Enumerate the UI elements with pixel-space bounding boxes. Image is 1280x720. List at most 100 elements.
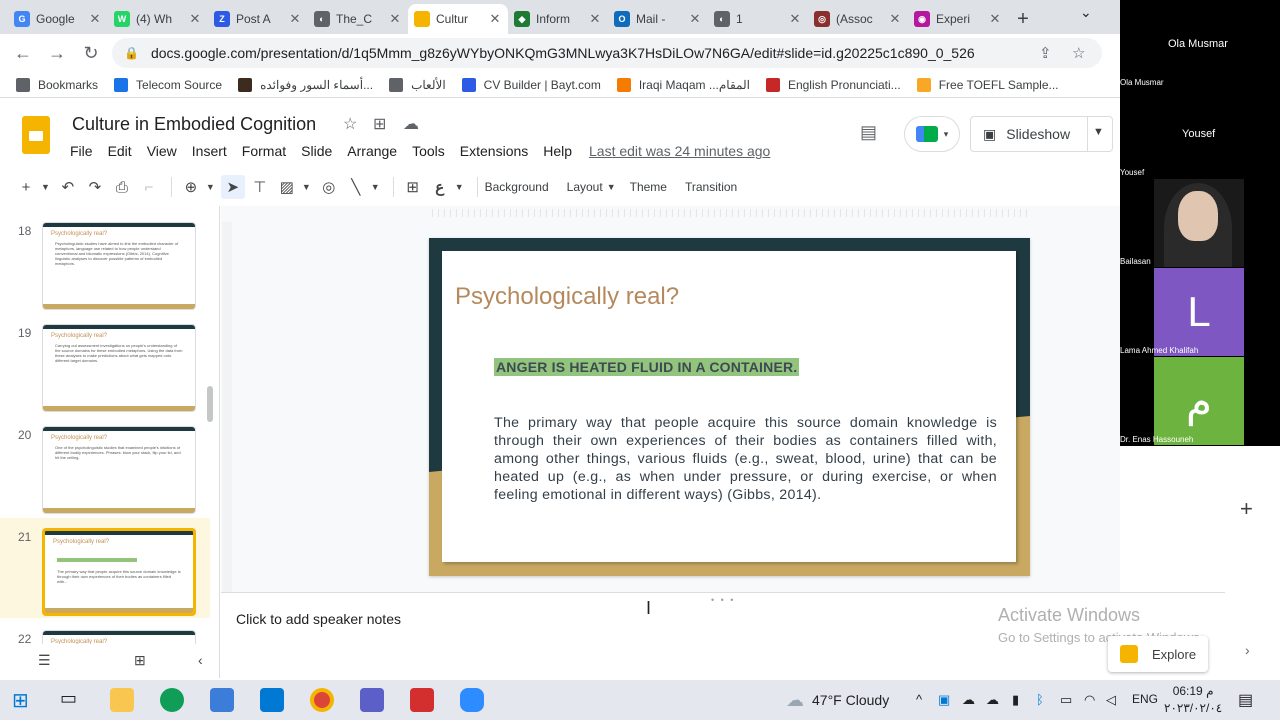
weather-text[interactable]: 47°F Cloudy — [812, 692, 889, 708]
new-slide-icon[interactable]: + — [14, 175, 38, 199]
menu-item[interactable]: Edit — [108, 143, 132, 159]
wifi-icon[interactable]: ◠ — [1084, 692, 1095, 708]
bookmark-item[interactable]: الألعاب — [389, 77, 446, 92]
reload-icon[interactable]: ↻ — [74, 43, 108, 64]
notes-divider[interactable]: • • • — [221, 592, 1225, 605]
forward-icon[interactable]: → — [40, 43, 74, 64]
mail-icon[interactable] — [260, 688, 284, 712]
bookmark-item[interactable]: CV Builder | Bayt.com — [461, 77, 601, 92]
browser-tab[interactable]: ◐ The_C ✕ — [308, 4, 408, 34]
taskbar-clock[interactable]: 06:19 م ٢٠٢٣/٠٢/٠٤ — [1164, 683, 1222, 717]
edge-icon[interactable] — [160, 688, 184, 712]
input-tools-dropdown-icon[interactable]: ▼ — [455, 182, 464, 192]
slide-thumbnail[interactable]: Psychologically real? The primary way tha… — [42, 528, 196, 616]
transition-button[interactable]: Transition — [685, 180, 737, 194]
menu-item[interactable]: Extensions — [460, 143, 528, 159]
bookmark-item[interactable]: أسماء السور وفوائده... — [238, 77, 373, 92]
cloud-status-icon[interactable]: ☁ — [403, 114, 419, 134]
tab-close-icon[interactable]: ✕ — [888, 11, 902, 27]
battery-icon[interactable]: ▭ — [1060, 692, 1072, 708]
tab-close-icon[interactable]: ✕ — [188, 11, 202, 27]
volume-icon[interactable]: ◁ — [1106, 692, 1116, 708]
share-icon[interactable]: ⇪ — [1039, 44, 1052, 62]
undo-icon[interactable]: ↶ — [56, 175, 80, 199]
layout-dropdown-icon[interactable]: ▼ — [607, 182, 616, 192]
tab-close-icon[interactable]: ✕ — [88, 11, 102, 27]
browser-tab[interactable]: ◐ 1 ✕ — [708, 4, 808, 34]
slide-body-text[interactable]: The primary way that people acquire this… — [494, 414, 997, 504]
participant-video-tile[interactable] — [1154, 179, 1244, 267]
layout-button[interactable]: Layout — [567, 180, 603, 194]
paint-format-icon[interactable]: ⌐ — [137, 175, 161, 199]
menu-item[interactable]: File — [70, 143, 93, 159]
image-dropdown-icon[interactable]: ▼ — [302, 182, 311, 192]
slide-highlighted-metaphor[interactable]: ANGER IS HEATED FLUID IN A CONTAINER. — [494, 358, 800, 376]
slide-title[interactable]: Psychologically real? — [455, 283, 679, 311]
redo-icon[interactable]: ↷ — [83, 175, 107, 199]
browser-tab[interactable]: G Google ✕ — [8, 4, 108, 34]
menu-item[interactable]: Slide — [301, 143, 332, 159]
slideshow-button[interactable]: ▣ Slideshow ▼ — [970, 116, 1113, 152]
background-button[interactable]: Background — [485, 180, 549, 194]
tab-close-icon[interactable]: ✕ — [388, 11, 402, 27]
zoom-dropdown-icon[interactable]: ▼ — [206, 182, 215, 192]
collapse-panel-icon[interactable]: ‹ — [198, 652, 203, 668]
menu-item[interactable]: Tools — [412, 143, 445, 159]
menu-item[interactable]: Arrange — [347, 143, 397, 159]
tray-expand-icon[interactable]: ^ — [916, 692, 922, 707]
bookmark-item[interactable]: Free TOEFL Sample... — [916, 77, 1059, 92]
browser-tab[interactable]: W (4) Wh ✕ — [108, 4, 208, 34]
grid-view-icon[interactable]: ⊞ — [134, 652, 146, 669]
slide-thumbnail[interactable]: Psychologically real? One of the psycholi… — [42, 426, 196, 514]
browser-tab[interactable]: ◉ Experi ✕ — [908, 4, 1008, 34]
url-input[interactable]: 🔒 docs.google.com/presentation/d/1q5Mmm_… — [112, 38, 1102, 68]
participant-avatar-tile[interactable]: م — [1154, 357, 1244, 445]
tab-close-icon[interactable]: ✕ — [588, 11, 602, 27]
bookmark-item[interactable]: Telecom Source — [114, 77, 222, 92]
show-side-panel-icon[interactable]: › — [1245, 642, 1250, 658]
filmstrip-slide[interactable]: 22 Psychologically real? — [0, 620, 210, 644]
browser-tab[interactable]: ◎ (Assoc ✕ — [808, 4, 908, 34]
back-icon[interactable]: ← — [6, 43, 40, 64]
add-addon-icon[interactable]: + — [1240, 496, 1253, 522]
document-title[interactable]: Culture in Embodied Cognition — [72, 114, 316, 135]
browser-tab[interactable]: Z Post A ✕ — [208, 4, 308, 34]
shape-icon[interactable]: ◎ — [317, 175, 341, 199]
comments-icon[interactable]: ▤ — [860, 122, 877, 143]
select-cursor-icon[interactable]: ➤ — [220, 175, 245, 199]
language-indicator[interactable]: ENG — [1132, 692, 1158, 706]
tab-search-icon[interactable]: ⌄ — [1080, 4, 1092, 21]
browser-tab[interactable]: ◆ Inform ✕ — [508, 4, 608, 34]
filmstrip-view-icon[interactable]: ☰ — [38, 652, 51, 669]
filmstrip-scrollbar[interactable] — [207, 386, 213, 422]
filmstrip-slide[interactable]: 20 Psychologically real? One of the psycho… — [0, 416, 210, 516]
filmstrip-slide[interactable]: 21 Psychologically real? The primary way t… — [0, 518, 210, 618]
menu-item[interactable]: Insert — [192, 143, 227, 159]
store-icon[interactable] — [210, 688, 234, 712]
last-edit-link[interactable]: Last edit was 24 minutes ago — [589, 143, 770, 159]
bluetooth-icon[interactable]: ᛒ — [1036, 692, 1044, 707]
filmstrip-slide[interactable]: 19 Psychologically real? Carrying out asse… — [0, 314, 210, 414]
windows-start-icon[interactable]: ⊞ — [12, 688, 36, 712]
tab-close-icon[interactable]: ✕ — [988, 11, 1002, 27]
onedrive-icon[interactable]: ☁ — [986, 692, 999, 708]
drag-handle-icon[interactable]: • • • — [711, 595, 735, 605]
input-tools-icon[interactable]: ع — [428, 175, 452, 199]
browser-tab[interactable]: Cultur ✕ — [408, 4, 508, 34]
tab-close-icon[interactable]: ✕ — [788, 11, 802, 27]
slide-thumbnail[interactable]: Psychologically real? — [42, 630, 196, 644]
theme-button[interactable]: Theme — [630, 180, 667, 194]
line-dropdown-icon[interactable]: ▼ — [371, 182, 380, 192]
current-slide[interactable]: Psychologically real? ANGER IS HEATED FL… — [429, 238, 1030, 576]
bookmark-item[interactable]: Bookmarks — [16, 77, 98, 92]
new-slide-dropdown-icon[interactable]: ▼ — [41, 182, 50, 192]
slide-thumbnail[interactable]: Psychologically real? Psycholinguistic st… — [42, 222, 196, 310]
speaker-notes-input[interactable]: Click to add speaker notes — [236, 611, 401, 627]
tab-close-icon[interactable]: ✕ — [288, 11, 302, 27]
explore-button[interactable]: Explore — [1108, 636, 1208, 672]
usb-icon[interactable]: ▮ — [1012, 692, 1019, 708]
line-icon[interactable]: ╲ — [344, 175, 368, 199]
browser-tab[interactable]: O Mail - ✕ — [608, 4, 708, 34]
participant-avatar-tile[interactable]: L — [1154, 268, 1244, 356]
new-tab-icon[interactable]: + — [1008, 4, 1038, 34]
